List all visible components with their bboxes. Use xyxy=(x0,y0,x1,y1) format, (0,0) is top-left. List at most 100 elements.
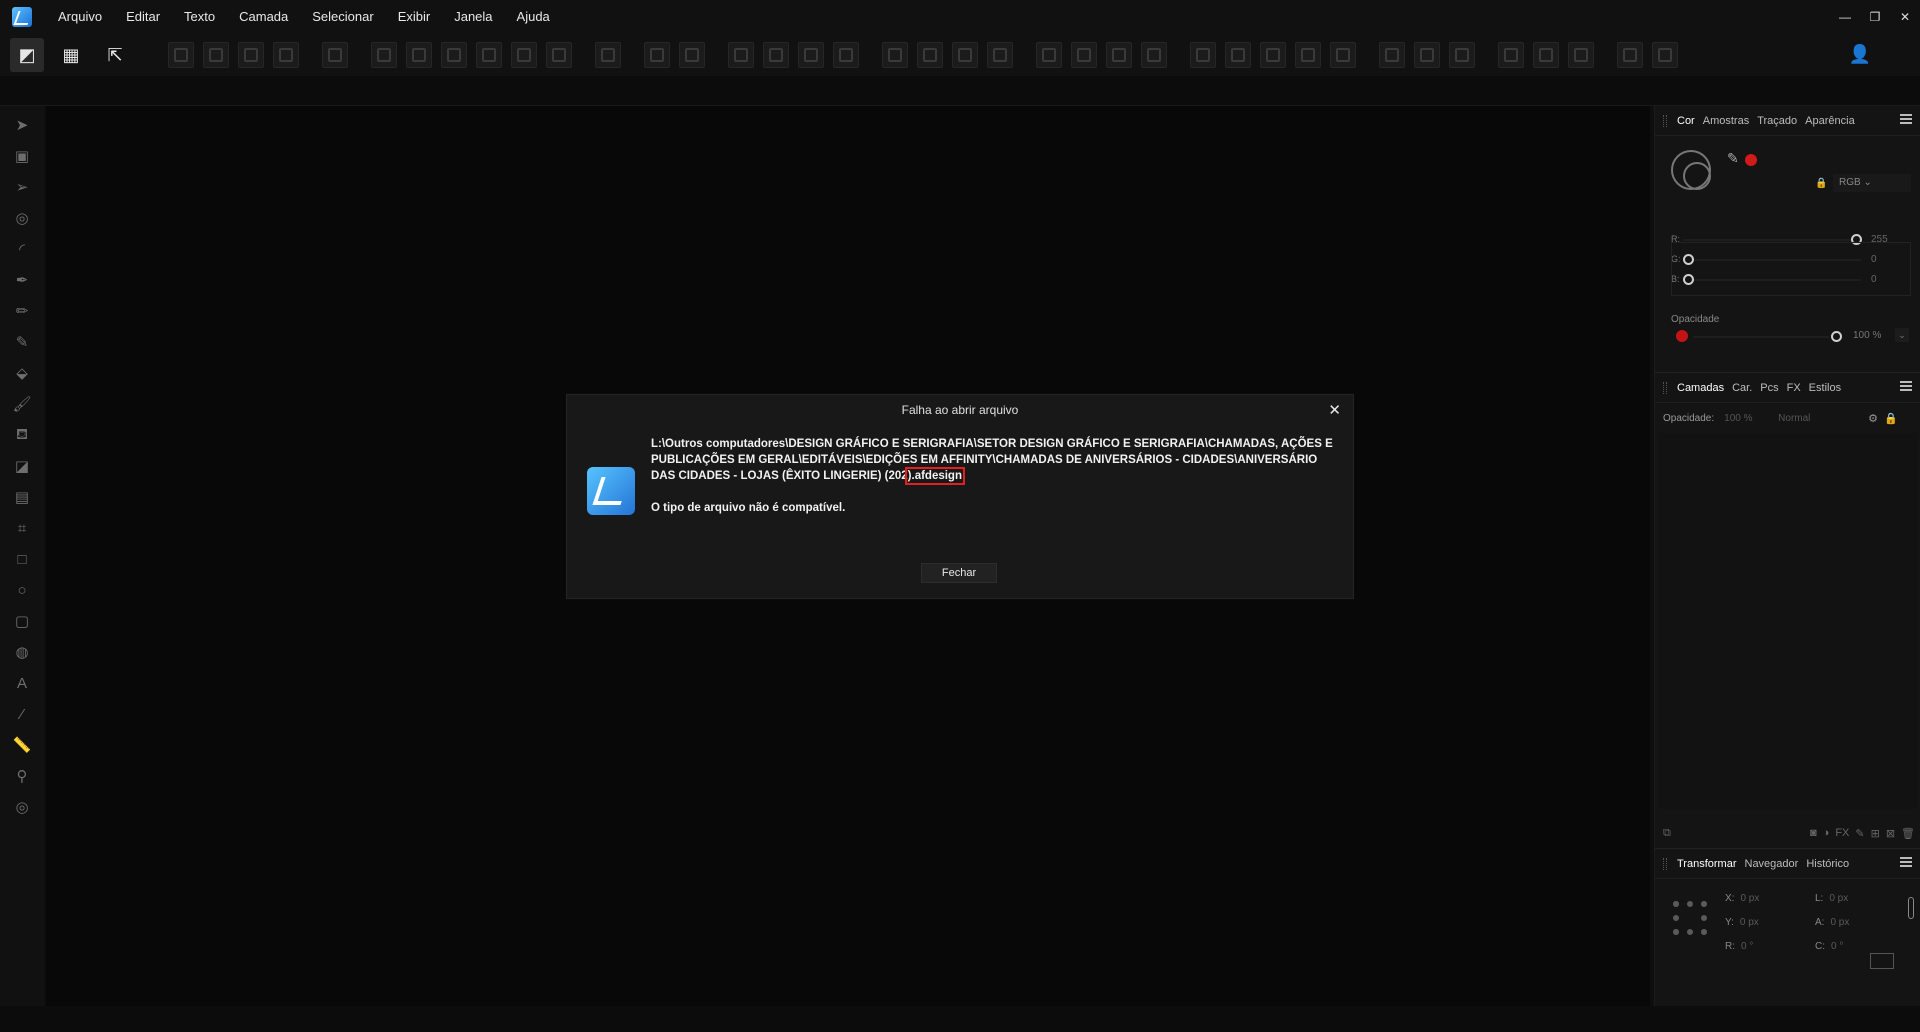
vector-brush-tool-icon[interactable]: ✎ xyxy=(11,331,33,353)
user-account-icon[interactable]: 👤 xyxy=(1848,42,1872,66)
artistic-text-tool-icon[interactable]: A xyxy=(11,672,33,694)
arrange-back-icon[interactable] xyxy=(728,42,754,68)
point-transform-tool-icon[interactable]: ◎ xyxy=(11,207,33,229)
rounded-rectangle-tool-icon[interactable]: ▢ xyxy=(11,610,33,632)
corner-tool-icon[interactable]: ◜ xyxy=(11,238,33,260)
geometry-add-icon[interactable] xyxy=(1190,42,1216,68)
current-color-swatch[interactable] xyxy=(1745,154,1757,166)
boolean-intersect-icon[interactable] xyxy=(1106,42,1132,68)
panel-grip-icon[interactable] xyxy=(1663,115,1667,127)
mask-layer-icon[interactable]: ◙ xyxy=(1810,827,1817,839)
boolean-add-icon[interactable] xyxy=(1036,42,1062,68)
panel-grip-icon[interactable] xyxy=(1663,382,1667,394)
transform-l-value[interactable]: 0 px xyxy=(1829,893,1848,904)
transform-c-field[interactable]: C: 0 ° xyxy=(1815,941,1843,952)
align-middle-icon[interactable] xyxy=(511,42,537,68)
transform-y-field[interactable]: Y: 0 px xyxy=(1725,917,1759,928)
rectangle-tool-icon[interactable]: □ xyxy=(11,548,33,570)
close-icon[interactable]: ✕ xyxy=(1328,401,1341,419)
tab-navegador[interactable]: Navegador xyxy=(1745,858,1799,870)
transform-r-value[interactable]: 0 ° xyxy=(1741,941,1753,952)
boolean-xor-icon[interactable] xyxy=(1141,42,1167,68)
gear-icon[interactable]: ⚙ xyxy=(1868,412,1878,425)
flip-vertical-icon[interactable] xyxy=(917,42,943,68)
zoom-tool-icon[interactable]: ⚲ xyxy=(11,765,33,787)
paint-brush-tool-icon[interactable]: 🖌 xyxy=(11,393,33,415)
crop-tool-icon[interactable]: ⌗ xyxy=(11,517,33,539)
geometry-divide-icon[interactable] xyxy=(1295,42,1321,68)
measure-tool-icon[interactable]: 📏 xyxy=(11,734,33,756)
geometry-subtract-icon[interactable] xyxy=(1225,42,1251,68)
undo-icon[interactable] xyxy=(1568,42,1594,68)
panel-grip-icon[interactable] xyxy=(1663,858,1667,870)
restore-button[interactable]: ❐ xyxy=(1860,0,1890,34)
layers-list[interactable] xyxy=(1659,433,1917,809)
node-tool-icon[interactable]: ➢ xyxy=(11,176,33,198)
transform-options-button[interactable] xyxy=(1870,953,1894,969)
export-persona-icon[interactable]: ⇱ xyxy=(98,38,132,72)
menu-texto[interactable]: Texto xyxy=(172,0,227,34)
opacity-slider-knob[interactable] xyxy=(1831,331,1842,342)
group-icon[interactable] xyxy=(1414,42,1440,68)
tab-aparencia[interactable]: Aparência xyxy=(1805,115,1855,127)
link-icon[interactable] xyxy=(1908,897,1914,919)
snap-object-icon[interactable] xyxy=(238,42,264,68)
brush-icon[interactable]: ✎ xyxy=(1855,827,1864,840)
anchor-point-grid[interactable] xyxy=(1673,901,1707,935)
tab-pcs[interactable]: Pcs xyxy=(1760,382,1778,394)
fx-icon[interactable]: FX xyxy=(1835,827,1849,839)
fill-stroke-icon[interactable] xyxy=(1671,150,1711,190)
tab-fx[interactable]: FX xyxy=(1787,382,1801,394)
group-icon[interactable]: ⊠ xyxy=(1886,827,1895,840)
tab-historico[interactable]: Histórico xyxy=(1806,858,1849,870)
add-layer-icon[interactable]: ⊞ xyxy=(1871,827,1880,840)
boolean-subtract-icon[interactable] xyxy=(1071,42,1097,68)
trash-icon[interactable]: 🗑 xyxy=(1901,827,1915,840)
tab-estilos[interactable]: Estilos xyxy=(1809,382,1841,394)
transform-y-value[interactable]: 0 px xyxy=(1740,917,1759,928)
minimize-button[interactable]: — xyxy=(1830,0,1860,34)
geometry-combine-icon[interactable] xyxy=(1330,42,1356,68)
designer-persona-icon[interactable]: ◩ xyxy=(10,38,44,72)
panel-menu-icon[interactable] xyxy=(1900,381,1912,391)
fill-tool-icon[interactable]: ⬙ xyxy=(11,362,33,384)
menu-editar[interactable]: Editar xyxy=(114,0,172,34)
align-bottom-icon[interactable] xyxy=(546,42,572,68)
color-model-select[interactable]: RGB ⌄ xyxy=(1833,174,1911,192)
ellipse-tool-icon[interactable]: ○ xyxy=(11,579,33,601)
insert-inside-icon[interactable] xyxy=(322,42,348,68)
tab-car[interactable]: Car. xyxy=(1732,382,1752,394)
transform-c-value[interactable]: 0 ° xyxy=(1831,941,1843,952)
slider-r-track[interactable] xyxy=(1683,239,1861,241)
arrange-backward-icon[interactable] xyxy=(763,42,789,68)
adjustment-icon[interactable]: ◑ xyxy=(1823,827,1830,839)
artboard-tool-icon[interactable]: ▣ xyxy=(11,145,33,167)
move-tool-icon[interactable]: ➤ xyxy=(11,114,33,136)
pencil-tool-icon[interactable]: ✏ xyxy=(11,300,33,322)
layers-opacity-value[interactable]: 100 % xyxy=(1724,413,1770,424)
snap-grid-icon[interactable] xyxy=(203,42,229,68)
panel-menu-icon[interactable] xyxy=(1900,114,1912,124)
view-mode-icon[interactable] xyxy=(1533,42,1559,68)
rotate-right-icon[interactable] xyxy=(987,42,1013,68)
blend-mode-select[interactable]: Normal xyxy=(1778,413,1862,424)
settings-icon[interactable] xyxy=(1617,42,1643,68)
fechar-button[interactable]: Fechar xyxy=(921,563,997,583)
geometry-intersect-icon[interactable] xyxy=(1260,42,1286,68)
align-center-icon[interactable] xyxy=(406,42,432,68)
pen-tool-icon[interactable]: ✒ xyxy=(11,269,33,291)
pixel-persona-icon[interactable]: ▦ xyxy=(54,38,88,72)
color-picker-tool-icon[interactable]: ⁄ xyxy=(11,703,33,725)
color-wheel-tool-icon[interactable]: ◎ xyxy=(11,796,33,818)
transform-x-value[interactable]: 0 px xyxy=(1740,893,1759,904)
shapes-tool-icon[interactable]: ◍ xyxy=(11,641,33,663)
arrange-front-icon[interactable] xyxy=(833,42,859,68)
close-window-button[interactable]: ✕ xyxy=(1890,0,1920,34)
preferences-icon[interactable] xyxy=(1652,42,1678,68)
transform-a-field[interactable]: A: 0 px xyxy=(1815,917,1849,928)
transform-origin-icon[interactable] xyxy=(1498,42,1524,68)
lock-icon[interactable]: 🔒 xyxy=(1884,412,1898,425)
menu-exibir[interactable]: Exibir xyxy=(386,0,443,34)
transform-l-field[interactable]: L: 0 px xyxy=(1815,893,1848,904)
flood-fill-tool-icon[interactable]: ⛾ xyxy=(11,424,33,446)
